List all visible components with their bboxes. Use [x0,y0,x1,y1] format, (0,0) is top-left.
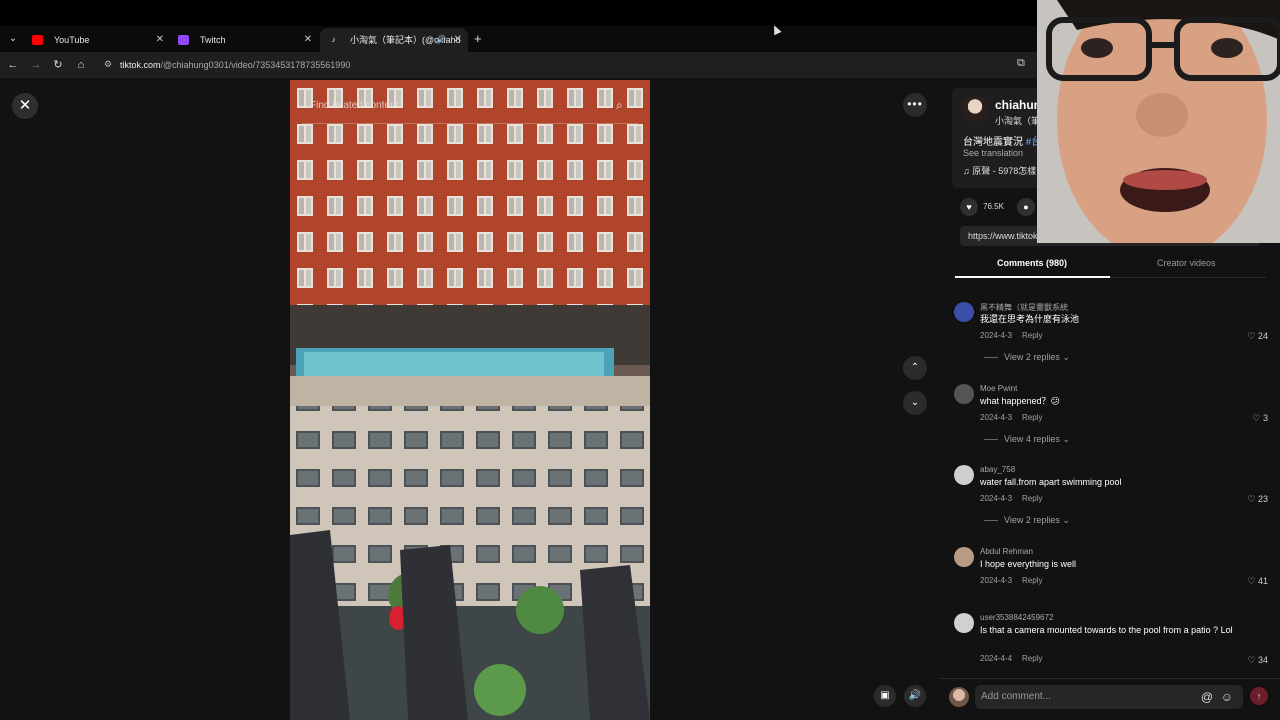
forward-arrow-icon[interactable]: → [28,57,44,73]
youtube-icon [32,35,43,45]
comment-like-count: 41 [1257,576,1268,586]
url-path: /@chiahung0301/video/7353453178735561990 [160,60,351,70]
comment-date: 2024-4-3 [980,413,1013,422]
avatar[interactable] [954,302,974,322]
send-arrow-icon[interactable]: ↑ [1250,687,1268,705]
add-comment-input[interactable]: Add comment... @ ☺ [975,685,1243,709]
tab-label: Twitch [200,35,226,45]
author-username[interactable]: chiahun [995,98,1041,112]
reply-link[interactable]: Reply [1022,654,1042,663]
comment-tabs: Comments (980) Creator videos [954,254,1266,278]
avatar[interactable] [954,613,974,633]
tiktok-icon: ♪ [328,35,339,45]
volume-icon[interactable]: 🔊 [904,685,926,707]
comment-like-count: 3 [1262,413,1268,423]
streamer-webcam-overlay [1037,0,1280,243]
see-translation-link[interactable]: See translation [963,148,1023,158]
comment-like-button[interactable]: ♡ 41 [1247,576,1268,587]
tab-close-icon[interactable]: ✕ [156,28,164,52]
back-arrow-icon[interactable]: ← [5,57,21,73]
author-nickname: 小淘氣（筆 [995,116,1041,126]
music-note-icon: ♫ [963,166,973,176]
picture-in-picture-icon[interactable]: ▣ [874,685,896,707]
webcam-face-image [1037,0,1280,243]
comment-bubble-icon[interactable]: ● [1017,198,1035,216]
twitch-icon [178,35,189,45]
emoji-icon[interactable]: ☺ [1221,685,1233,709]
view-replies-button[interactable]: View 2 replies ⌄ [984,515,1070,526]
add-comment-bar: Add comment... @ ☺ ↑ [940,678,1280,720]
new-tab-button[interactable]: + [474,31,482,47]
search-underline [302,123,638,124]
tab-twitch[interactable]: Twitch ✕ [170,28,318,52]
find-related-content-input[interactable]: Find related content [310,100,398,111]
next-video-chevron-down-icon[interactable]: ⌄ [903,391,927,415]
comment-date: 2024-4-4 [980,654,1013,663]
comment-username[interactable]: user3538842459672 [980,613,1053,622]
comment-like-button[interactable]: ♡ 34 [1247,655,1268,666]
add-comment-placeholder: Add comment... [981,691,1052,702]
url-domain: tiktok.com [120,60,161,70]
comment-text: what happened？😕 [980,396,1060,406]
current-user-avatar [949,687,969,707]
tab-label: YouTube [54,35,90,45]
comment-date: 2024-4-3 [980,331,1013,340]
more-options-button[interactable]: ••• [903,93,927,117]
avatar[interactable] [954,384,974,404]
comment-username[interactable]: Moe Pwint [980,384,1017,393]
tab-comments[interactable]: Comments (980) [997,258,1067,268]
reply-link[interactable]: Reply [1022,576,1042,585]
tab-youtube[interactable]: YouTube ✕ [24,28,170,52]
cast-icon[interactable]: ⧉ [1017,57,1025,70]
tab-close-icon[interactable]: ✕ [454,28,462,52]
comment-username[interactable]: Abdul Rehman [980,547,1033,556]
like-heart-icon[interactable]: ♥ [960,198,978,216]
comment-username[interactable]: 黑不精舞（就是靈獸系統 [980,302,1068,313]
comment-text: Is that a camera mounted towards to the … [980,625,1233,635]
author-avatar[interactable] [962,96,988,122]
comment-text: water fall.from apart swimming pool [980,477,1122,487]
comment-date: 2024-4-3 [980,494,1013,503]
tab-audio-icon[interactable]: 🔊 [436,28,446,52]
view-replies-label: View 4 replies [1004,434,1060,444]
comment-like-count: 23 [1257,494,1268,504]
site-info-icon[interactable]: ⚙ [104,59,112,70]
reload-icon[interactable]: ↻ [50,57,66,73]
tab-tiktok[interactable]: ♪ 小淘氣（筆記本）(@chiahu 🔊 ✕ [320,28,468,52]
video-frame-image [290,80,650,720]
previous-video-chevron-up-icon[interactable]: ⌃ [903,356,927,380]
video-player[interactable]: Find related content ⌕ [290,80,650,720]
music-title[interactable]: 原聲 - 5978怎樣 [972,166,1036,176]
avatar[interactable] [954,547,974,567]
comment-like-button[interactable]: ♡ 24 [1247,331,1268,342]
comment-date: 2024-4-3 [980,576,1013,585]
comment-like-button[interactable]: ♡ 23 [1247,494,1268,505]
like-count: 76.5K [983,202,1004,211]
comment-text: 我還在思考為什麼有泳池 [980,314,1080,324]
comment-text: I hope everything is well [980,559,1077,569]
reply-link[interactable]: Reply [1022,494,1042,503]
view-replies-button[interactable]: View 4 replies ⌄ [984,434,1070,445]
avatar[interactable] [954,465,974,485]
home-icon[interactable]: ⌂ [73,57,89,73]
view-replies-button[interactable]: View 2 replies ⌄ [984,352,1070,363]
comment-like-count: 24 [1257,331,1268,341]
comment-like-count: 34 [1257,655,1268,665]
view-replies-label: View 2 replies [1004,352,1060,362]
active-tab-indicator [955,276,1110,278]
view-replies-label: View 2 replies [1004,515,1060,525]
search-icon[interactable]: ⌕ [616,98,623,113]
tab-close-icon[interactable]: ✕ [304,28,312,52]
comment-username[interactable]: abay_758 [980,465,1015,474]
tab-creator-videos[interactable]: Creator videos [1157,258,1216,268]
close-video-button[interactable]: ✕ [12,93,38,119]
video-description: 台灣地震實況 [963,137,1023,148]
tab-search-chevron-icon[interactable]: ⌄ [4,31,22,47]
comment-like-button[interactable]: ♡ 3 [1252,413,1268,424]
reply-link[interactable]: Reply [1022,331,1042,340]
mention-icon[interactable]: @ [1201,685,1213,709]
reply-link[interactable]: Reply [1022,413,1042,422]
